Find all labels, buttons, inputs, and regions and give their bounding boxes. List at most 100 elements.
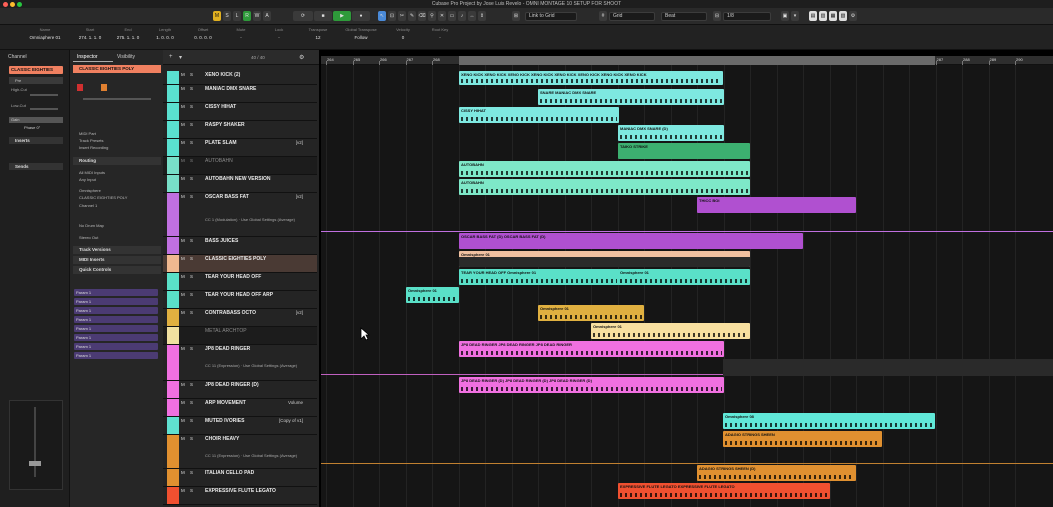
tab-channel[interactable]: Channel	[4, 53, 64, 62]
volume-fader-handle[interactable]	[29, 461, 41, 466]
time-warp-icon[interactable]: ↔	[468, 11, 476, 21]
track-row[interactable]: M S PLATE SLAM [v2]	[163, 139, 317, 157]
mute-solo-buttons[interactable]: M S	[181, 140, 195, 145]
routing-section[interactable]: Routing	[73, 157, 161, 165]
zoom-tool-icon[interactable]: ⚲	[428, 11, 436, 21]
play-icon[interactable]: ▶	[333, 11, 351, 21]
mute-solo-buttons[interactable]: M S	[181, 72, 195, 77]
mute-solo-buttons[interactable]: M S	[181, 256, 195, 261]
midi-event[interactable]: Omnisphere 01	[618, 269, 750, 285]
automation-lane-label[interactable]: CC 11 (Expression) · Use Global Settings…	[205, 363, 297, 368]
midi-part-row[interactable]: MIDI Part	[73, 130, 161, 137]
midi-event[interactable]: OSCAR BASS FAT (D) OSCAR BASS FAT (D)	[459, 233, 803, 249]
comp-tool-icon[interactable]: ⇕	[478, 11, 486, 21]
mute-solo-buttons[interactable]: M S	[181, 310, 195, 315]
record-enable-icon[interactable]	[77, 84, 83, 91]
grid-icon[interactable]: #	[599, 11, 607, 21]
track-row[interactable]: M S TEAR YOUR HEAD OFF ARP	[163, 291, 317, 309]
quick-control-param[interactable]: Param 1	[74, 334, 158, 341]
track-filter-icon[interactable]: ⚙	[299, 54, 304, 61]
track-name[interactable]: AUTOBAHN	[205, 158, 233, 164]
midi-event[interactable]: THICC BOI	[697, 197, 856, 213]
mute-solo-buttons[interactable]: M S	[181, 436, 195, 441]
track-name[interactable]: EXPRESSIVE FLUTE LEGATO	[205, 488, 276, 494]
quantize-dropdown[interactable]: 1/8	[723, 12, 771, 21]
tab-inspector[interactable]: Inspector	[73, 53, 113, 62]
stereo-out-dropdown[interactable]: Stereo Out	[73, 234, 161, 241]
solo-button[interactable]: S	[223, 11, 231, 21]
track-name[interactable]: METAL ARCHTOP	[205, 328, 247, 334]
write-automation-button[interactable]: W	[253, 11, 261, 21]
track-row[interactable]: M S OSCAR BASS FAT [v2] CC 1 (Modulation) ·…	[163, 193, 317, 237]
mute-solo-buttons[interactable]: M S	[181, 194, 195, 199]
midi-event[interactable]: Omnisphere 01	[591, 323, 750, 339]
midi-event[interactable]: XENO KICK XENO KICK XENO KICK XENO KICK …	[459, 71, 723, 85]
track-folder-icon[interactable]: ▾	[179, 54, 182, 61]
layout-icon[interactable]: ⚙	[849, 11, 857, 21]
quantize-icon[interactable]: ⊟	[713, 11, 721, 21]
channel-dropdown[interactable]: Channel 1	[73, 202, 161, 209]
mute-solo-buttons[interactable]: M S	[181, 86, 195, 91]
track-name[interactable]: ARP MOVEMENT	[205, 400, 246, 406]
midi-event[interactable]: AUTOBAHN	[459, 179, 750, 195]
track-name[interactable]: JP8 DEAD RINGER	[205, 346, 250, 352]
track-name[interactable]: TEAR YOUR HEAD OFF ARP	[205, 292, 273, 298]
read-automation-button[interactable]: R	[243, 11, 251, 21]
cycle-locator-range[interactable]	[459, 56, 935, 65]
any-input-row[interactable]: Any Input	[73, 176, 161, 183]
instrument-dropdown[interactable]: CLASSIC EIGHTIES POLY	[73, 194, 161, 201]
midi-event[interactable]: TEAR YOUR HEAD OFF Omnisphere 01	[459, 269, 619, 285]
midi-event[interactable]: CISSY HIHAT	[459, 107, 619, 123]
channel-name[interactable]: CLASSIC EIGHTIES	[9, 66, 63, 74]
gain-slider[interactable]: Gain	[9, 117, 63, 123]
mute-solo-buttons[interactable]: M S	[181, 158, 195, 163]
mute-solo-buttons[interactable]: M S	[181, 470, 195, 475]
midi-event[interactable]: Omnisphere 01	[538, 305, 644, 321]
track-row[interactable]: M S CLASSIC EIGHTIES POLY	[163, 255, 317, 273]
inspector-volume-slider[interactable]	[83, 98, 151, 100]
midi-event[interactable]: AUTOBAHN	[459, 161, 750, 177]
mute-solo-buttons[interactable]: M S	[181, 292, 195, 297]
color-tool-icon[interactable]: ▣	[781, 11, 789, 21]
track-name[interactable]: JP8 DEAD RINGER (D)	[205, 382, 259, 388]
mute-solo-buttons[interactable]: M S	[181, 418, 195, 423]
track-name[interactable]: MANIAC DMX SNARE	[205, 86, 256, 92]
track-name[interactable]: ITALIAN CELLO PAD	[205, 470, 254, 476]
glue-tool-icon[interactable]: ▭	[448, 11, 456, 21]
mute-solo-buttons[interactable]: M S	[181, 176, 195, 181]
track-row[interactable]: M S CISSY HIHAT	[163, 103, 317, 121]
add-track-icon[interactable]: +	[169, 54, 173, 60]
track-name[interactable]: CONTRABASS OCTO	[205, 310, 256, 316]
track-name[interactable]: XENO KICK (2)	[205, 72, 240, 78]
grid-type-dropdown[interactable]: Beat	[661, 12, 707, 21]
cycle-icon[interactable]: ⟳	[293, 11, 313, 21]
speaker-tool-icon[interactable]: ♪	[458, 11, 466, 21]
phase-button[interactable]: Phase 0°	[24, 125, 40, 130]
automation-lane-label[interactable]: CC 1 (Modulation) · Use Global Settings …	[205, 217, 295, 222]
midi-event[interactable]: MANIAC DMX SNARE (D)	[618, 125, 724, 141]
monitor-icon[interactable]	[101, 84, 107, 91]
quick-control-param[interactable]: Param 1	[74, 325, 158, 332]
object-select-tool-icon[interactable]: ↖	[378, 11, 386, 21]
inserts-section[interactable]: Inserts	[9, 137, 63, 144]
midi-event[interactable]: ADAGIO STRINGS SHEEN	[723, 431, 882, 447]
midi-event[interactable]: EXPRESSIVE FLUTE LEGATO EXPRESSIVE FLUTE…	[618, 483, 830, 499]
track-row[interactable]: M S RASPY SHAKER	[163, 121, 317, 139]
left-zone-toggle-icon[interactable]: ▤	[809, 11, 817, 21]
automation-line[interactable]	[321, 463, 1053, 464]
track-row[interactable]: M S TEAR YOUR HEAD OFF	[163, 273, 317, 291]
snap-mode-dropdown[interactable]: Link to Grid	[525, 12, 577, 21]
track-row[interactable]: M S CHOIR HEAVY CC 11 (Expression) · Use G…	[163, 435, 317, 469]
snap-icon[interactable]: ⊞	[512, 11, 520, 21]
quick-control-param[interactable]: Param 1	[74, 289, 158, 296]
mute-solo-buttons[interactable]: M S	[181, 382, 195, 387]
mute-button[interactable]: M	[213, 11, 221, 21]
track-name[interactable]: PLATE SLAM	[205, 140, 237, 146]
track-row[interactable]: M S ARP MOVEMENT Volume	[163, 399, 317, 417]
quick-control-param[interactable]: Param 1	[74, 352, 158, 359]
mute-solo-buttons[interactable]: M S	[181, 104, 195, 109]
track-versions-section[interactable]: Track Versions	[73, 246, 161, 254]
track-name[interactable]: MUTED IVORIES	[205, 418, 244, 424]
volume-fader[interactable]	[34, 407, 36, 477]
midi-input-dropdown[interactable]: All MIDI Inputs	[73, 169, 161, 176]
